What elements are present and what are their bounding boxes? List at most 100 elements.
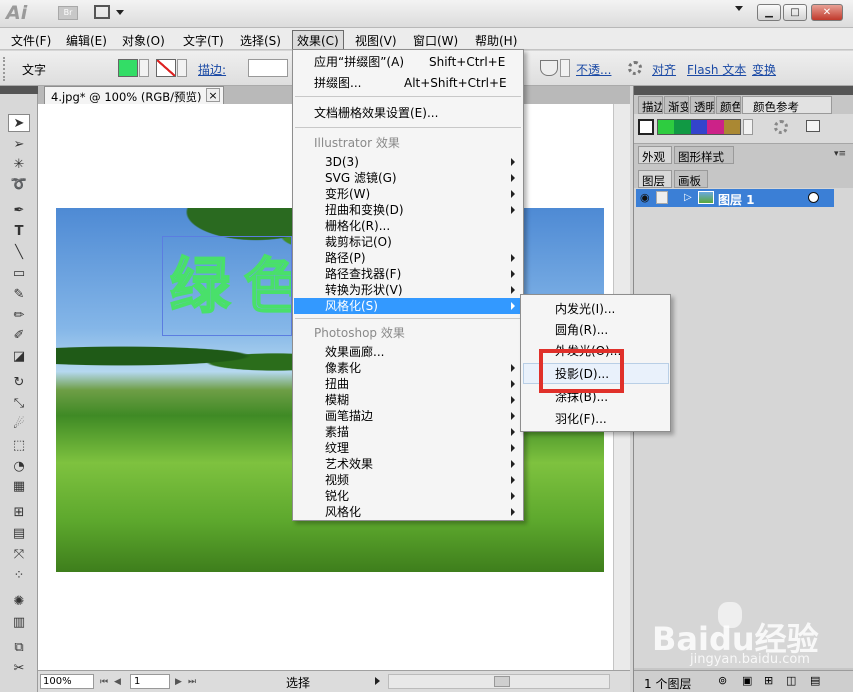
menu-select[interactable]: 选择(S) bbox=[240, 32, 281, 49]
column-graph-icon[interactable]: ▥ bbox=[8, 614, 30, 632]
zoom-select[interactable]: 100% bbox=[40, 674, 94, 689]
harmony-swatches[interactable] bbox=[657, 119, 741, 135]
mesh-tool-icon[interactable]: ⊞ bbox=[8, 504, 30, 522]
menu-item-3d[interactable]: 3D(3) bbox=[325, 154, 359, 170]
menu-item-convert-to-shape[interactable]: 转换为形状(V) bbox=[325, 282, 403, 298]
align-link[interactable]: 对齐 bbox=[652, 61, 676, 78]
expand-triangle-icon[interactable]: ▷ bbox=[684, 192, 692, 203]
symbol-sprayer-icon[interactable]: ✺ bbox=[8, 593, 30, 611]
menu-item-sketch[interactable]: 素描 bbox=[325, 424, 349, 440]
slice-tool-icon[interactable]: ✂ bbox=[8, 660, 30, 678]
eraser-icon[interactable]: ◪ bbox=[8, 348, 30, 366]
base-color-swatch[interactable] bbox=[638, 119, 654, 135]
rectangle-tool-icon[interactable]: ▭ bbox=[8, 265, 30, 283]
menu-help[interactable]: 帮助(H) bbox=[475, 32, 517, 49]
blend-tool-icon[interactable]: ⁘ bbox=[8, 567, 30, 585]
status-menu-arrow[interactable] bbox=[375, 677, 380, 685]
tab-transparency[interactable]: 透明 bbox=[690, 96, 715, 114]
tab-color[interactable]: 颜色 bbox=[716, 96, 741, 114]
rotate-tool-icon[interactable]: ↻ bbox=[8, 374, 30, 392]
paintbrush-icon[interactable]: ✎ bbox=[8, 286, 30, 304]
direct-selection-icon[interactable]: ➢ bbox=[8, 136, 30, 154]
menu-item-pathfinder[interactable]: 路径查找器(F) bbox=[325, 266, 401, 282]
fill-dropdown[interactable] bbox=[139, 59, 149, 77]
next-page-icon[interactable]: ▶ bbox=[175, 677, 182, 687]
gear-icon[interactable] bbox=[628, 61, 642, 75]
menu-item-blur[interactable]: 模糊 bbox=[325, 392, 349, 408]
menu-item-sharpen[interactable]: 锐化 bbox=[325, 488, 349, 504]
scroll-thumb[interactable] bbox=[494, 676, 510, 687]
menu-item-raster-settings[interactable]: 文档栅格效果设置(E)... bbox=[314, 105, 438, 121]
menu-effect[interactable]: 效果(C) bbox=[292, 30, 344, 51]
perspective-grid-icon[interactable]: ▦ bbox=[8, 478, 30, 496]
submenu-item-inner-glow[interactable]: 内发光(I)... bbox=[555, 301, 615, 317]
transform-link[interactable]: 变换 bbox=[752, 61, 776, 78]
pencil-icon[interactable]: ✏ bbox=[8, 307, 30, 325]
harmony-dropdown[interactable] bbox=[743, 119, 753, 135]
tab-graphic-styles[interactable]: 图形样式 bbox=[674, 146, 734, 164]
panel-menu-icon[interactable]: ▾≡ bbox=[834, 149, 846, 159]
horizontal-scrollbar[interactable] bbox=[388, 674, 610, 689]
menu-item-texture[interactable]: 纹理 bbox=[325, 440, 349, 456]
magic-wand-icon[interactable]: ✳ bbox=[8, 156, 30, 174]
submenu-item-round-corners[interactable]: 圆角(R)... bbox=[555, 322, 608, 338]
stroke-label[interactable]: 描边: bbox=[198, 61, 226, 78]
tab-gradient[interactable]: 渐变 bbox=[664, 96, 689, 114]
workspace-switcher[interactable] bbox=[94, 5, 128, 21]
menu-item-artistic[interactable]: 艺术效果 bbox=[325, 456, 373, 472]
brush-icon[interactable] bbox=[540, 60, 558, 76]
workspace-menu[interactable] bbox=[735, 6, 743, 11]
free-transform-icon[interactable]: ⬚ bbox=[8, 437, 30, 455]
submenu-item-feather[interactable]: 羽化(F)... bbox=[555, 411, 607, 427]
first-page-icon[interactable]: ⏮ bbox=[100, 677, 108, 687]
visibility-eye-icon[interactable]: ◉ bbox=[640, 191, 650, 204]
gradient-tool-icon[interactable]: ▤ bbox=[8, 525, 30, 543]
menu-window[interactable]: 窗口(W) bbox=[413, 32, 458, 49]
save-swatches-icon[interactable] bbox=[806, 120, 820, 132]
stroke-none-icon[interactable] bbox=[156, 59, 176, 77]
menu-item-apply-last[interactable]: 应用“拼缀图”(A) bbox=[314, 54, 404, 70]
maximize-button[interactable]: □ bbox=[783, 4, 807, 21]
menu-item-distort[interactable]: 扭曲 bbox=[325, 376, 349, 392]
close-window-button[interactable]: ✕ bbox=[811, 4, 843, 21]
tab-appearance[interactable]: 外观 bbox=[638, 146, 672, 164]
menu-item-warp[interactable]: 变形(W) bbox=[325, 186, 370, 202]
fill-color-swatch[interactable] bbox=[118, 59, 138, 77]
menu-item-rasterize[interactable]: 栅格化(R)... bbox=[325, 218, 390, 234]
menu-item-path[interactable]: 路径(P) bbox=[325, 250, 366, 266]
shape-builder-icon[interactable]: ◔ bbox=[8, 458, 30, 476]
menu-object[interactable]: 对象(O) bbox=[122, 32, 165, 49]
blob-brush-icon[interactable]: ✐ bbox=[8, 327, 30, 345]
menu-item-distort-transform[interactable]: 扭曲和变换(D) bbox=[325, 202, 404, 218]
bridge-button[interactable]: Br bbox=[58, 6, 78, 20]
menu-item-brush-strokes[interactable]: 画笔描边 bbox=[325, 408, 373, 424]
color-wheel-icon[interactable] bbox=[774, 120, 788, 134]
menu-item-effect-gallery[interactable]: 效果画廊... bbox=[325, 344, 384, 360]
target-circle-icon[interactable] bbox=[808, 192, 819, 203]
flash-text-link[interactable]: Flash 文本 bbox=[687, 61, 746, 78]
pen-tool-icon[interactable]: ✒ bbox=[8, 202, 30, 220]
layer-row[interactable]: ◉ ▷ 图层 1 bbox=[636, 189, 830, 207]
lock-toggle[interactable] bbox=[656, 191, 668, 204]
menu-item-video[interactable]: 视频 bbox=[325, 472, 349, 488]
menu-item-crop-marks[interactable]: 裁剪标记(O) bbox=[325, 234, 392, 250]
menu-item-stylize[interactable]: 风格化(S) bbox=[325, 298, 378, 314]
tab-layers[interactable]: 图层 bbox=[638, 170, 672, 188]
type-tool-icon[interactable]: T bbox=[8, 223, 30, 241]
warp-tool-icon[interactable]: ☄ bbox=[8, 416, 30, 434]
menu-item-pixelate[interactable]: 像素化 bbox=[325, 360, 361, 376]
opacity-link[interactable]: 不透... bbox=[576, 61, 611, 78]
menu-item-svg-filters[interactable]: SVG 滤镜(G) bbox=[325, 170, 397, 186]
menu-view[interactable]: 视图(V) bbox=[355, 32, 397, 49]
scale-tool-icon[interactable]: ⤡ bbox=[8, 395, 30, 413]
tab-color-guide[interactable]: 颜色参考 bbox=[742, 96, 832, 114]
document-tab[interactable]: 4.jpg* @ 100% (RGB/预览) bbox=[44, 86, 224, 104]
eyedropper-icon[interactable]: ⤧ bbox=[8, 546, 30, 564]
menu-item-last-effect[interactable]: 拼缀图... bbox=[314, 75, 361, 91]
selection-tool-icon[interactable]: ➤ bbox=[8, 114, 30, 132]
line-tool-icon[interactable]: ╲ bbox=[8, 244, 30, 262]
page-select[interactable]: 1 bbox=[130, 674, 170, 689]
lasso-icon[interactable]: ➰ bbox=[8, 176, 30, 194]
menu-edit[interactable]: 编辑(E) bbox=[66, 32, 107, 49]
menu-type[interactable]: 文字(T) bbox=[183, 32, 224, 49]
